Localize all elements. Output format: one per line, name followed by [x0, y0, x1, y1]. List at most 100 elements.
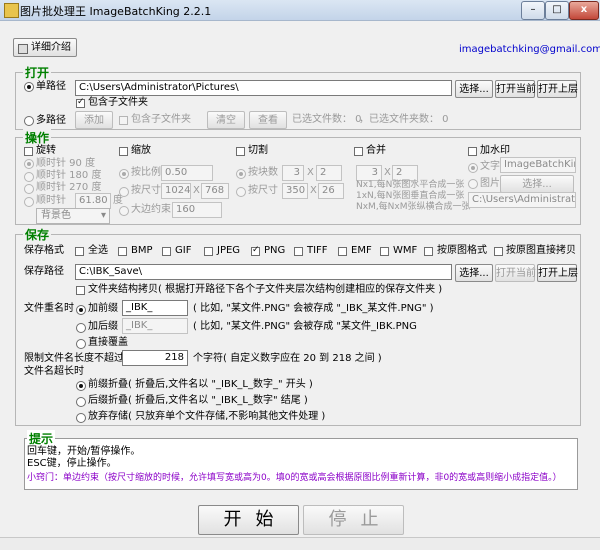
give-up-radio[interactable]	[76, 413, 86, 423]
selected-files-count: 已选文件数： 0	[292, 114, 362, 125]
scale-width-input[interactable]: 1024	[161, 183, 191, 199]
maxlen-label: 限制文件名长度不超过	[24, 353, 124, 364]
format-bmp-checkbox[interactable]	[118, 247, 127, 256]
cut-blocks-radio[interactable]	[236, 169, 246, 179]
overwrite-radio[interactable]	[76, 339, 86, 349]
scale-edge-radio[interactable]	[119, 206, 129, 216]
fold-front-label: 前缀折叠( 折叠后,文件名以 "_IBK_L_数字_" 开头 )	[88, 379, 313, 390]
merge-x-input[interactable]: 3	[356, 165, 382, 181]
window-title: 图片批处理王 ImageBatchKing 2.2.1	[20, 5, 212, 18]
scale-size-label: 按尺寸	[131, 185, 161, 196]
scale-checkbox[interactable]	[119, 147, 128, 156]
format-png-checkbox[interactable]	[251, 245, 260, 256]
prefix-input[interactable]: _IBK_	[122, 300, 188, 316]
watermark-text-input[interactable]: ImageBatchKing	[500, 157, 576, 173]
merge-checkbox[interactable]	[354, 147, 363, 156]
format-all-label: 全选	[88, 245, 108, 256]
format-wmf-checkbox[interactable]	[380, 247, 389, 256]
include-sub-label: 包含子文件夹	[88, 97, 148, 108]
minimize-icon[interactable]: –	[521, 1, 545, 20]
cut-size-h-input[interactable]: 26	[318, 183, 344, 199]
save-path-label: 保存路径	[24, 266, 64, 277]
save-open-current-button[interactable]: 打开当前	[495, 264, 536, 282]
hint-line-2: ESC键，停止操作。	[27, 458, 117, 469]
rename-label: 文件重名时	[24, 303, 74, 314]
watermark-choose-button[interactable]: 选择...	[500, 175, 574, 193]
rotate-custom-input[interactable]: 61.80	[75, 193, 111, 209]
chevron-down-icon: ▾	[100, 210, 106, 221]
save-path-input[interactable]: C:\IBK_Save\	[75, 264, 452, 280]
single-path-input[interactable]: C:\Users\Administrator\Pictures\	[75, 80, 452, 96]
prefix-radio[interactable]	[76, 305, 86, 315]
stop-button[interactable]: 停止	[303, 505, 404, 535]
suffix-input[interactable]: _IBK_	[122, 318, 188, 334]
multi-path-radio[interactable]	[24, 116, 34, 126]
format-emf-checkbox[interactable]	[338, 247, 347, 256]
structure-copy-checkbox[interactable]	[76, 286, 85, 295]
save-browse-button[interactable]: 选择...	[455, 264, 493, 282]
scale-ratio-input[interactable]: 0.50	[161, 165, 213, 181]
cut-blocks-x-label: X	[307, 167, 314, 178]
fold-back-radio[interactable]	[76, 397, 86, 407]
watermark-checkbox[interactable]	[468, 147, 477, 156]
include-sub-checkbox[interactable]	[76, 97, 85, 108]
status-bar	[0, 537, 600, 550]
scale-height-input[interactable]: 768	[201, 183, 229, 199]
multi-path-label: 多路径	[36, 115, 66, 126]
prefix-label: 加前缀	[88, 303, 118, 314]
scale-ratio-radio[interactable]	[119, 169, 129, 179]
watermark-text-radio[interactable]	[468, 163, 478, 173]
format-gif-checkbox[interactable]	[162, 247, 171, 256]
open-current-button[interactable]: 打开当前	[495, 80, 536, 98]
format-jpeg-checkbox[interactable]	[204, 247, 213, 256]
open-browse-button[interactable]: 选择...	[455, 80, 493, 98]
open-legend: 打开	[23, 64, 52, 81]
rotate-90-radio[interactable]	[24, 159, 34, 169]
rotate-270-radio[interactable]	[24, 184, 34, 194]
merge-y-input[interactable]: 2	[392, 165, 418, 181]
scale-x-label: X	[193, 185, 200, 196]
fold-front-radio[interactable]	[76, 381, 86, 391]
save-open-parent-button[interactable]: 打开上层	[537, 264, 578, 282]
bg-color-select[interactable]: 背景色 ▾	[36, 208, 110, 224]
include-sub2-checkbox[interactable]	[119, 116, 128, 125]
format-copy-checkbox[interactable]	[494, 247, 503, 256]
watermark-path-input[interactable]: C:\Users\Administrator\Pi	[468, 192, 576, 208]
single-path-radio[interactable]	[24, 82, 34, 92]
rotate-custom-radio[interactable]	[24, 197, 34, 207]
scale-edge-input[interactable]: 160	[172, 202, 222, 218]
format-all-checkbox[interactable]	[75, 247, 84, 256]
detail-button[interactable]: 详细介绍	[13, 38, 77, 57]
rotate-180-radio[interactable]	[24, 172, 34, 182]
format-tiff-checkbox[interactable]	[294, 247, 303, 256]
format-emf-label: EMF	[351, 245, 372, 256]
cut-size-x-label: X	[310, 185, 317, 196]
watermark-image-radio[interactable]	[468, 179, 478, 189]
cut-blocks-y-input[interactable]: 2	[316, 165, 342, 181]
suffix-label: 加后缀	[88, 321, 118, 332]
start-button[interactable]: 开始	[198, 505, 299, 535]
cut-size-radio[interactable]	[236, 187, 246, 197]
view-button[interactable]: 查看	[249, 111, 287, 129]
suffix-radio[interactable]	[76, 323, 86, 333]
overlen-label: 文件名超长时	[24, 366, 84, 377]
format-copy-label: 按原图直接拷贝	[506, 245, 576, 256]
suffix-note: ( 比如, "某文件.PNG" 会被存成 "某文件_IBK.PNG	[193, 321, 417, 332]
maximize-icon[interactable]: □	[545, 1, 569, 20]
cut-size-w-input[interactable]: 350	[282, 183, 308, 199]
maxlen-input[interactable]: 218	[122, 350, 188, 366]
cut-blocks-x-input[interactable]: 3	[282, 165, 304, 181]
add-path-button[interactable]: 添加	[75, 111, 113, 129]
cut-checkbox[interactable]	[236, 147, 245, 156]
format-original-checkbox[interactable]	[424, 247, 433, 256]
merge-hint-2: 1xN,每N张图垂直合成一张	[356, 191, 465, 201]
open-parent-button[interactable]: 打开上层	[537, 80, 578, 98]
close-icon[interactable]: x	[569, 1, 599, 20]
watermark-image-label: 图片	[480, 178, 500, 189]
rotate-checkbox[interactable]	[24, 147, 33, 156]
scale-size-radio[interactable]	[119, 187, 129, 197]
email-link[interactable]: imagebatchking@gmail.com	[459, 43, 600, 57]
clear-button[interactable]: 清空	[207, 111, 245, 129]
format-jpeg-label: JPEG	[217, 245, 241, 256]
format-tiff-label: TIFF	[307, 245, 328, 256]
